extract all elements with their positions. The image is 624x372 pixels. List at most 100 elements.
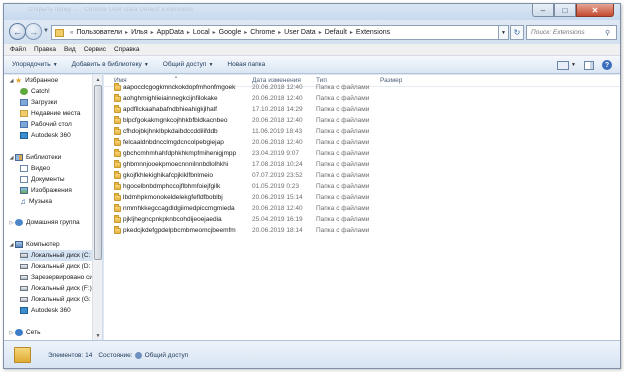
file-type: Папка с файлами xyxy=(316,106,370,113)
chevron-right-icon[interactable]: ▷ xyxy=(8,330,15,336)
breadcrumb-item[interactable]: Пользователи xyxy=(76,29,122,36)
folder-icon xyxy=(114,105,121,113)
search-icon[interactable]: ⚲ xyxy=(605,29,610,37)
file-row[interactable]: apdfllckaahabafndbhieahigkjlhalf 17.10.2… xyxy=(104,105,620,116)
file-row[interactable]: ghbmnnjooekpmoecnnnilnnbdlolhkhi 17.08.2… xyxy=(104,160,620,171)
breadcrumb-item[interactable]: AppData xyxy=(157,29,184,36)
back-button[interactable]: ← xyxy=(9,23,26,40)
address-bar[interactable]: « Пользователи ▸ Илья ▸ AppData ▸ Local … xyxy=(51,25,499,40)
share-button[interactable]: Общий доступ ▼ xyxy=(163,61,214,68)
refresh-icon[interactable]: ↻ xyxy=(510,25,524,40)
file-type: Папка с файлами xyxy=(316,183,370,190)
status-bar: Элементов: 14 Состояние: Общий доступ xyxy=(4,340,620,368)
address-history-dropdown[interactable]: ▼ xyxy=(499,25,509,40)
file-row[interactable]: aapocclcgogkmnckokdopfmhonfmgoek 20.06.2… xyxy=(104,83,620,94)
chevron-down-icon[interactable]: ◢ xyxy=(8,155,15,161)
preview-pane-icon[interactable] xyxy=(584,60,594,70)
menu-tools[interactable]: Сервис xyxy=(84,46,106,53)
new-folder-button[interactable]: Новая папка xyxy=(227,61,265,68)
title-bar: Открыть папку ... : Chrome User Data Def… xyxy=(4,4,620,20)
search-input[interactable] xyxy=(531,29,605,36)
add-to-library-button[interactable]: Добавить в библиотеку ▼ xyxy=(72,61,149,68)
breadcrumb-item[interactable]: Google xyxy=(219,29,242,36)
folder-icon xyxy=(55,28,64,37)
desktop-icon xyxy=(20,121,28,128)
file-name: gkojfkhlekighikafcpjkiklfbnlmeio xyxy=(123,172,213,179)
menu-file[interactable]: Файл xyxy=(10,46,26,53)
file-date: 20.06.2019 18:14 xyxy=(252,227,303,234)
menu-view[interactable]: Вид xyxy=(64,46,76,53)
nav-downloads-label: Загрузки xyxy=(31,99,58,106)
file-date: 25.04.2019 16:19 xyxy=(252,216,303,223)
file-row[interactable]: aohghmighlieiainnegkcijnfilokake 20.06.2… xyxy=(104,94,620,105)
file-date: 20.06.2018 12:40 xyxy=(252,139,303,146)
minimize-button[interactable]: – xyxy=(532,4,554,17)
close-button[interactable]: ✕ xyxy=(576,4,614,17)
file-name: felcaaldnbdncclmgdcncolpebgiejap xyxy=(123,139,224,146)
window-controls: – □ ✕ xyxy=(532,4,614,17)
scroll-thumb[interactable] xyxy=(94,85,102,260)
search-box[interactable]: ⚲ xyxy=(526,25,617,40)
forward-button[interactable]: → xyxy=(25,23,42,40)
star-icon: ★ xyxy=(15,75,23,85)
breadcrumb-item[interactable]: Default xyxy=(325,29,347,36)
chevron-down-icon[interactable]: ◢ xyxy=(8,242,15,248)
folder-icon xyxy=(114,94,121,102)
status-details: Элементов: 14 Состояние: Общий доступ xyxy=(48,352,188,359)
file-row[interactable]: hgocelbnbdmphccojflbhmfoiejfgilk 01.05.2… xyxy=(104,182,620,193)
file-name: ghbmnnjooekpmoecnnnilnnbdlolhkhi xyxy=(123,161,229,168)
catch-icon xyxy=(20,88,28,95)
file-type: Папка с файлами xyxy=(316,205,370,212)
network-icon xyxy=(15,329,23,336)
downloads-icon xyxy=(20,99,28,106)
nav-homegroup[interactable]: ▷ Домашняя группа xyxy=(8,217,96,228)
disk-icon xyxy=(20,297,28,302)
breadcrumb-item[interactable]: Extensions xyxy=(356,29,390,36)
nav-network[interactable]: ▷ Сеть xyxy=(8,327,96,338)
help-icon[interactable]: ? xyxy=(602,60,612,70)
nav-favorites[interactable]: ◢ ★ Избранное xyxy=(8,75,96,86)
file-row[interactable]: pkedcjkdefgpdelpbcmbmeomcjbeemfm 20.06.2… xyxy=(104,226,620,237)
file-name: cfhdojbkjhnklbpkdaibdccddilifddb xyxy=(123,128,218,135)
nav-computer[interactable]: ◢ Компьютер xyxy=(8,239,96,250)
recent-pages-chevron-icon[interactable]: ▼ xyxy=(43,28,49,34)
scroll-up-icon[interactable]: ▲ xyxy=(93,75,103,84)
file-date: 17.10.2018 14:29 xyxy=(252,106,303,113)
file-row[interactable]: gkojfkhlekighikafcpjkiklfbnlmeio 07.07.2… xyxy=(104,171,620,182)
file-row[interactable]: lbdmhpkmonokeldelekgfefldfboblbj 20.06.2… xyxy=(104,193,620,204)
folder-icon xyxy=(114,204,121,212)
video-icon xyxy=(20,165,28,172)
chevron-down-icon[interactable]: ◢ xyxy=(8,78,15,84)
file-row[interactable]: blpcfgokakmgnkcojhhkbfbldkacnbeo 20.06.2… xyxy=(104,116,620,127)
file-name: nmmhkkegccagdldgiimedpiccmgmieda xyxy=(123,205,235,212)
breadcrumb-item[interactable]: Chrome xyxy=(250,29,275,36)
nav-libraries[interactable]: ◢ Библиотеки xyxy=(8,152,96,163)
breadcrumb-item[interactable]: User Data xyxy=(284,29,316,36)
maximize-button[interactable]: □ xyxy=(554,4,576,17)
scroll-down-icon[interactable]: ▼ xyxy=(93,331,103,340)
file-date: 20.06.2018 12:40 xyxy=(252,117,303,124)
file-row[interactable]: felcaaldnbdncclmgdcncolpebgiejap 20.06.2… xyxy=(104,138,620,149)
file-type: Папка с файлами xyxy=(316,84,370,91)
chevron-right-icon[interactable]: ▷ xyxy=(8,220,15,226)
chevron-down-icon[interactable]: ▼ xyxy=(571,62,576,68)
file-date: 11.06.2019 18:43 xyxy=(252,128,303,135)
organize-button[interactable]: Упорядочить ▼ xyxy=(12,61,58,68)
folder-icon xyxy=(114,171,121,179)
menu-help[interactable]: Справка xyxy=(114,46,140,53)
file-row[interactable]: pjkljhegncpnkpknbcohdijeoejaedia 25.04.2… xyxy=(104,215,620,226)
menu-edit[interactable]: Правка xyxy=(34,46,56,53)
file-row[interactable]: gbchcmhmhahfdphkhkmpfmihenigjmpp 23.04.2… xyxy=(104,149,620,160)
nav-autodesk2-label: Autodesk 360 xyxy=(31,307,71,314)
breadcrumb-item[interactable]: Local xyxy=(193,29,210,36)
file-name: blpcfgokakmgnkcojhhkbfbldkacnbeo xyxy=(123,117,228,124)
nav-scrollbar[interactable]: ▲ ▼ xyxy=(92,75,102,340)
organize-label: Упорядочить xyxy=(12,61,51,68)
nav-recent-label: Недавние места xyxy=(31,110,81,117)
nav-disk-c-label: Локальный диск (C: xyxy=(31,252,91,259)
homegroup-icon xyxy=(15,219,23,226)
file-row[interactable]: nmmhkkegccagdldgiimedpiccmgmieda 20.06.2… xyxy=(104,204,620,215)
file-row[interactable]: cfhdojbkjhnklbpkdaibdccddilifddb 11.06.2… xyxy=(104,127,620,138)
breadcrumb-item[interactable]: Илья xyxy=(131,29,148,36)
view-mode-icon[interactable] xyxy=(557,60,570,70)
